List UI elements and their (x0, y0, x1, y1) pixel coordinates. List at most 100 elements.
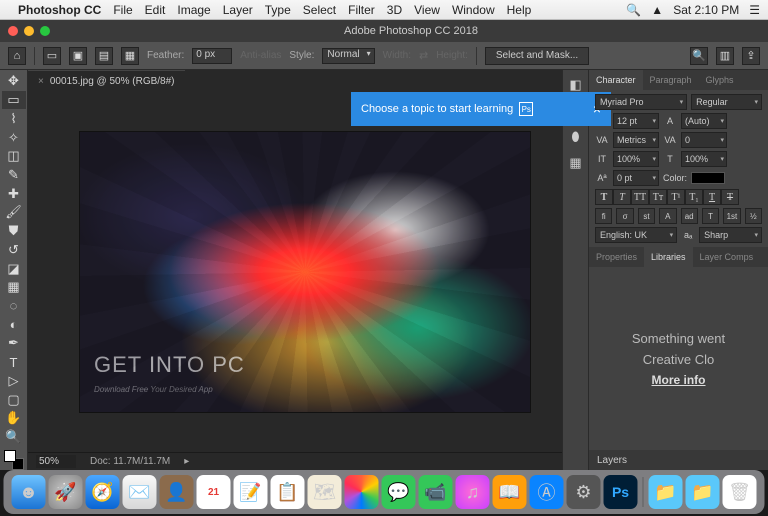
type-tool-icon[interactable]: T (2, 353, 26, 372)
font-family-dropdown[interactable]: Myriad Pro (595, 94, 687, 110)
dock-messages-icon[interactable]: 💬 (382, 475, 416, 509)
selection-subtract-icon[interactable]: ▤ (95, 47, 113, 65)
shape-tool-icon[interactable]: ▢ (2, 390, 26, 409)
dock-trash-icon[interactable]: 🗑 (723, 475, 757, 509)
menu-app[interactable]: Photoshop CC (18, 3, 101, 17)
zoom-window-button[interactable] (40, 26, 50, 36)
feather-input[interactable]: 0 px (192, 48, 232, 64)
dock-itunes-icon[interactable]: ♫ (456, 475, 490, 509)
stamp-tool-icon[interactable]: ⛊ (2, 222, 26, 241)
allcaps-button[interactable]: TT (631, 189, 649, 205)
strikethrough-button[interactable]: T (721, 189, 739, 205)
hscale-input[interactable]: 100% (681, 151, 727, 167)
dock-maps-icon[interactable]: 🗺 (308, 475, 342, 509)
libraries-more-info-link[interactable]: More info (652, 373, 706, 387)
dock-appstore-icon[interactable]: Ⓐ (530, 475, 564, 509)
dock-facetime-icon[interactable]: 📹 (419, 475, 453, 509)
dock-launchpad-icon[interactable]: 🚀 (49, 475, 83, 509)
quick-select-tool-icon[interactable]: ✧ (2, 128, 26, 147)
menu-help[interactable]: Help (507, 3, 532, 17)
close-tab-icon[interactable]: × (38, 76, 44, 87)
lasso-tool-icon[interactable]: ⌇ (2, 109, 26, 128)
select-and-mask-button[interactable]: Select and Mask... (485, 47, 589, 65)
menu-layer[interactable]: Layer (223, 3, 253, 17)
antialias-dropdown[interactable]: Sharp (699, 227, 762, 243)
superscript-button[interactable]: T¹ (667, 189, 685, 205)
menubar-clock[interactable]: Sat 2:10 PM (673, 3, 739, 17)
share-icon[interactable]: ⇪ (742, 47, 760, 65)
eyedropper-tool-icon[interactable]: ✎ (2, 166, 26, 185)
font-style-dropdown[interactable]: Regular (691, 94, 762, 110)
eraser-tool-icon[interactable]: ◪ (2, 259, 26, 278)
hand-tool-icon[interactable]: ✋ (2, 409, 26, 428)
selection-intersect-icon[interactable]: ▦ (121, 47, 139, 65)
ot-discretionary-button[interactable]: st (638, 208, 655, 224)
zoom-tool-icon[interactable]: 🔍 (2, 428, 26, 447)
wifi-icon[interactable]: ▲ (651, 3, 663, 17)
ot-stylistic-button[interactable]: ad (681, 208, 698, 224)
subscript-button[interactable]: T₁ (685, 189, 703, 205)
move-tool-icon[interactable]: ✥ (2, 72, 26, 91)
menu-type[interactable]: Type (265, 3, 291, 17)
tracking-input[interactable]: 0 (681, 132, 727, 148)
dock-photos-icon[interactable] (345, 475, 379, 509)
selection-add-icon[interactable]: ▣ (69, 47, 87, 65)
dock-safari-icon[interactable]: 🧭 (86, 475, 120, 509)
dock-reminders-icon[interactable]: 📋 (271, 475, 305, 509)
close-window-button[interactable] (8, 26, 18, 36)
healing-tool-icon[interactable]: ✚ (2, 184, 26, 203)
home-icon[interactable]: ⌂ (8, 47, 26, 65)
leading-input[interactable]: (Auto) (681, 113, 727, 129)
ot-titling-button[interactable]: T (702, 208, 719, 224)
brush-tool-icon[interactable]: 🖌 (2, 203, 26, 222)
gradient-tool-icon[interactable]: ▦ (2, 278, 26, 297)
ot-swash-button[interactable]: A (659, 208, 676, 224)
history-brush-tool-icon[interactable]: ↺ (2, 240, 26, 259)
path-select-tool-icon[interactable]: ▷ (2, 372, 26, 391)
ot-fractions-button[interactable]: ½ (745, 208, 762, 224)
pen-tool-icon[interactable]: ✒ (2, 334, 26, 353)
dock-preferences-icon[interactable]: ⚙ (567, 475, 601, 509)
tab-glyphs[interactable]: Glyphs (699, 70, 741, 90)
tab-character[interactable]: Character (589, 70, 643, 90)
smallcaps-button[interactable]: Tᴛ (649, 189, 667, 205)
dock-downloads-icon[interactable]: 📁 (686, 475, 720, 509)
dock-calendar-icon[interactable]: 21 (197, 475, 231, 509)
kerning-input[interactable]: Metrics (613, 132, 659, 148)
selection-new-icon[interactable]: ▭ (43, 47, 61, 65)
menu-file[interactable]: File (113, 3, 132, 17)
search-icon[interactable]: 🔍 (690, 47, 708, 65)
tab-libraries[interactable]: Libraries (644, 247, 693, 267)
tab-properties[interactable]: Properties (589, 247, 644, 267)
marquee-tool-icon[interactable]: ▭ (2, 91, 26, 110)
ot-ordinals-button[interactable]: 1st (723, 208, 740, 224)
styles-panel-icon[interactable]: ▦ (567, 154, 585, 172)
layers-panel-header[interactable]: Layers (589, 450, 768, 470)
adjustments-panel-icon[interactable]: ⬮ (567, 128, 585, 146)
crop-tool-icon[interactable]: ◫ (2, 147, 26, 166)
dock-folder-icon[interactable]: 📁 (649, 475, 683, 509)
language-dropdown[interactable]: English: UK (595, 227, 677, 243)
notification-center-icon[interactable]: ☰ (749, 3, 760, 17)
dodge-tool-icon[interactable]: ◐ (2, 315, 26, 334)
blur-tool-icon[interactable]: ◌ (2, 297, 26, 316)
style-dropdown[interactable]: Normal (322, 48, 374, 64)
vscale-input[interactable]: 100% (613, 151, 659, 167)
underline-button[interactable]: T (703, 189, 721, 205)
menu-select[interactable]: Select (303, 3, 336, 17)
text-color-swatch[interactable] (691, 172, 725, 184)
ot-ligatures-button[interactable]: fi (595, 208, 612, 224)
font-size-input[interactable]: 12 pt (613, 113, 659, 129)
dock-photoshop-icon[interactable]: Ps (604, 475, 638, 509)
dock-notes-icon[interactable]: 📝 (234, 475, 268, 509)
tab-layer-comps[interactable]: Layer Comps (693, 247, 761, 267)
baseline-input[interactable]: 0 pt (613, 170, 659, 186)
menu-window[interactable]: Window (452, 3, 495, 17)
foreground-color-swatch[interactable] (4, 450, 16, 462)
canvas-stage[interactable]: GET INTO PC Download Free Your Desired A… (28, 92, 562, 452)
tab-paragraph[interactable]: Paragraph (643, 70, 699, 90)
dock-finder-icon[interactable]: ☻ (12, 475, 46, 509)
doc-info-chevron-icon[interactable]: ▸ (184, 456, 189, 467)
dock-mail-icon[interactable]: ✉️ (123, 475, 157, 509)
menu-filter[interactable]: Filter (348, 3, 375, 17)
